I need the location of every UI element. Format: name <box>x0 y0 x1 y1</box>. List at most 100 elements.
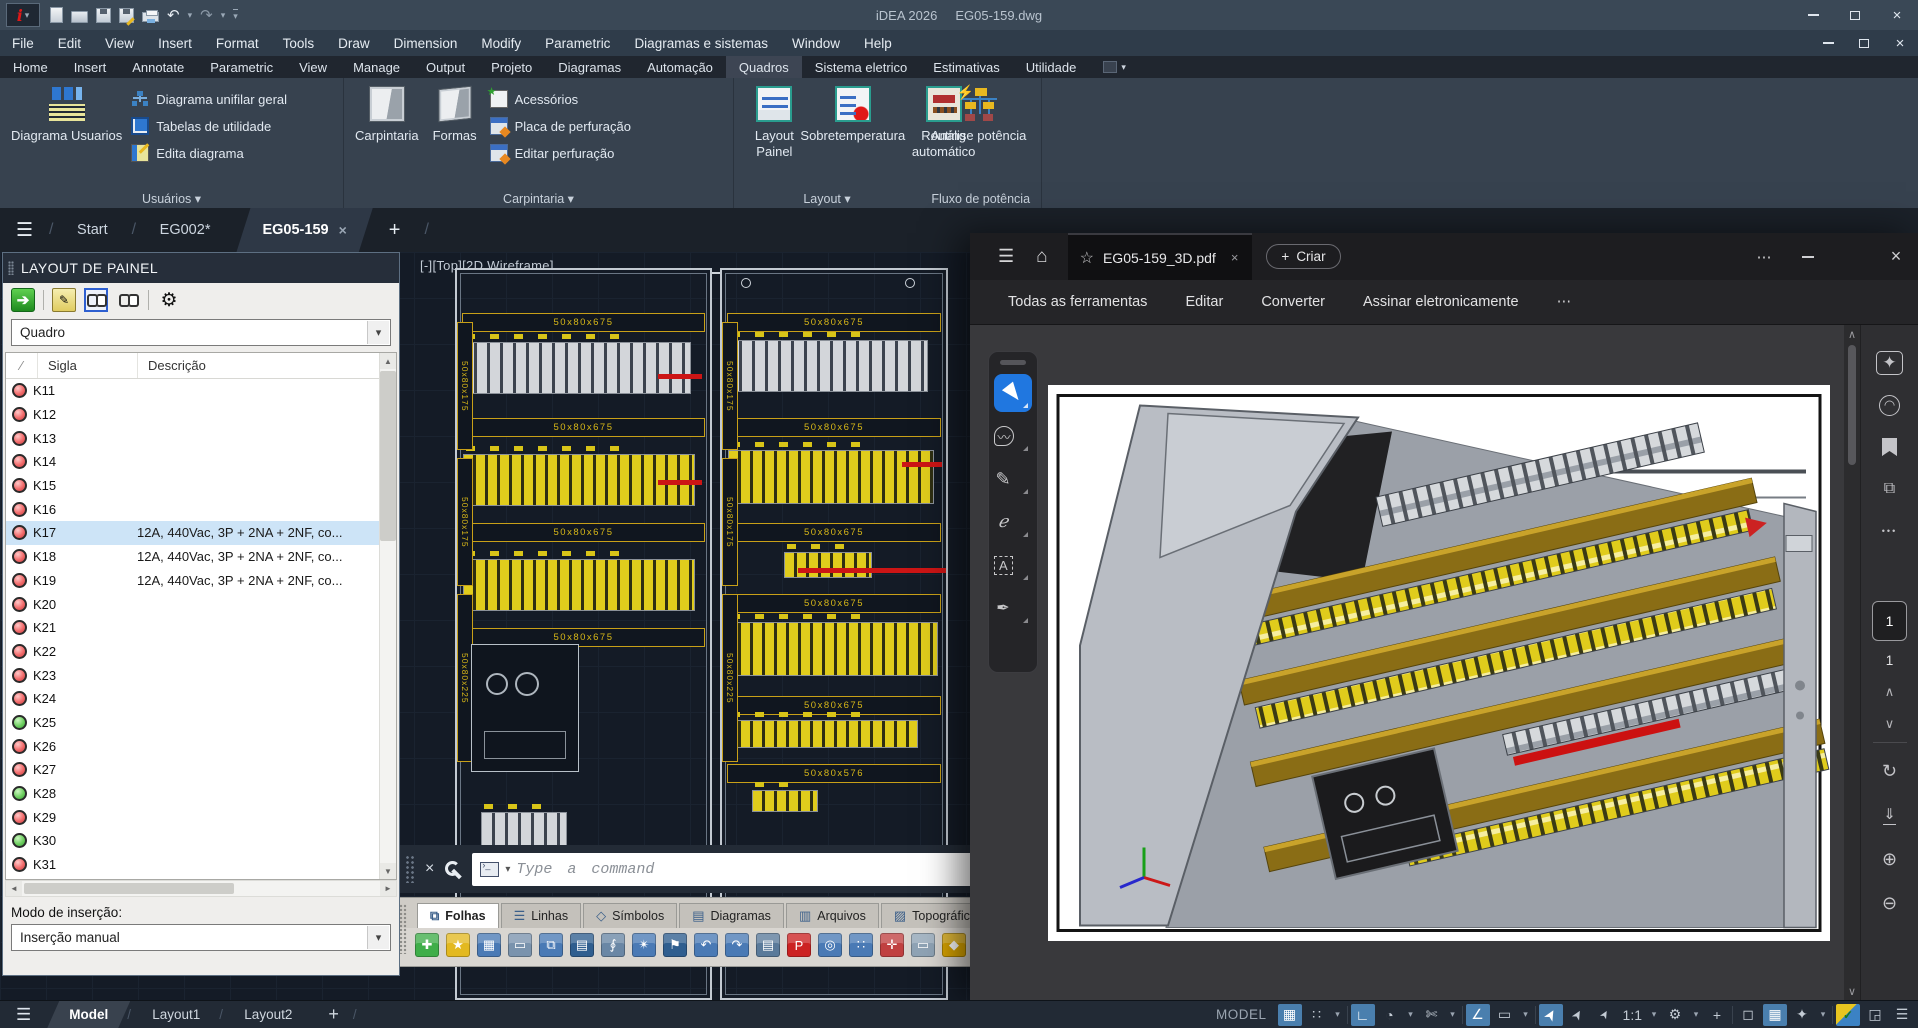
document-tab[interactable]: EG002* <box>134 208 237 252</box>
status-toggle-button[interactable]: ▾ <box>1817 1004 1829 1026</box>
sidebar-tool-icon[interactable] <box>1870 345 1910 381</box>
ribbon-big-button[interactable]: Carpintaria <box>350 82 424 186</box>
sidebar-tool-icon[interactable] <box>1870 471 1910 507</box>
status-toggle-button[interactable]: ◲ <box>1863 1004 1887 1026</box>
palette-tool-button[interactable]: ∷ <box>849 933 873 957</box>
layout-tab[interactable]: Layout1 <box>130 1001 222 1028</box>
palette-tool-button[interactable]: P <box>787 933 811 957</box>
scrollbar-thumb[interactable] <box>380 371 396 541</box>
status-toggle-button[interactable]: ▾ <box>1648 1004 1660 1026</box>
document-tab[interactable]: Start <box>51 208 134 252</box>
component-row[interactable]: K23 <box>6 663 379 687</box>
acrobat-close-button[interactable]: × <box>1874 233 1918 280</box>
ribbon-small-button[interactable]: Acessórios <box>490 90 631 108</box>
close-tab-icon[interactable] <box>339 222 347 238</box>
palette-tool-button[interactable]: ↷ <box>725 933 749 957</box>
palette-tool-button[interactable]: ▤ <box>570 933 594 957</box>
ribbon-tab[interactable]: Projeto <box>478 56 545 78</box>
column-sigla[interactable]: Sigla <box>38 353 138 378</box>
panel-tool-button[interactable] <box>116 288 140 312</box>
home-icon[interactable]: ⌂ <box>1024 246 1059 268</box>
ribbon-tab[interactable]: Estimativas <box>920 56 1012 78</box>
minimize-button[interactable] <box>1792 0 1834 30</box>
palette-tool-button[interactable]: ▤ <box>756 933 780 957</box>
menu-item[interactable]: View <box>93 30 146 56</box>
customize-qat-icon[interactable]: ▾ <box>233 9 238 22</box>
status-toggle-button[interactable]: ▦ <box>1763 1004 1787 1026</box>
doc-restore-button[interactable] <box>1846 31 1882 55</box>
menu-item[interactable]: Tools <box>271 30 327 56</box>
ribbon-tab[interactable]: Annotate <box>119 56 197 78</box>
scroll-down-icon[interactable]: ▼ <box>380 863 396 879</box>
more-options-icon[interactable]: ⋯ <box>1742 233 1786 280</box>
save-as-icon[interactable] <box>119 8 134 23</box>
palette-drag-handle[interactable] <box>399 904 407 954</box>
menu-item[interactable]: Window <box>780 30 852 56</box>
layout-tab[interactable]: Model <box>47 1001 130 1028</box>
ribbon-tab[interactable]: Utilidade <box>1013 56 1090 78</box>
ribbon-big-button[interactable]: Layout Painel <box>740 82 809 186</box>
acrobat-toolbar-item[interactable]: Converter <box>1261 294 1325 310</box>
status-toggle-button[interactable]: ✦ <box>1790 1004 1814 1026</box>
ribbon-tab[interactable]: Output <box>413 56 478 78</box>
acrobat-toolbar-item[interactable]: Todas as ferramentas <box>1008 294 1147 310</box>
status-toggle-button[interactable]: ➤ <box>1593 1004 1617 1026</box>
ribbon-tab[interactable]: Parametric <box>197 56 286 78</box>
palette-tool-button[interactable]: ⚑ <box>663 933 687 957</box>
panel-tool-button[interactable]: ⚙ <box>157 288 181 312</box>
acrobat-maximize-button[interactable] <box>1830 233 1874 280</box>
status-toggle-button[interactable]: ➤ <box>1566 1004 1590 1026</box>
component-row[interactable]: K12 <box>6 403 379 427</box>
status-toggle-button[interactable]: ∷ <box>1305 1004 1329 1026</box>
menu-item[interactable]: Modify <box>469 30 533 56</box>
vertical-scrollbar[interactable]: ▲ ▼ <box>379 353 396 879</box>
status-toggle-button[interactable] <box>1832 1006 1833 1024</box>
palette-tool-button[interactable]: ∮ <box>601 933 625 957</box>
menu-item[interactable]: File <box>0 30 46 56</box>
component-row[interactable]: K14 <box>6 450 379 474</box>
save-icon[interactable] <box>96 8 111 23</box>
column-descricao[interactable]: Descrição <box>138 358 379 373</box>
ribbon-group-label[interactable]: Layout ▾ <box>734 191 920 206</box>
current-page-thumbnail[interactable]: 1 <box>1872 601 1907 641</box>
scroll-up-icon[interactable]: ∧ <box>1848 325 1856 343</box>
doc-menu-icon[interactable]: ☰ <box>0 219 51 242</box>
component-row[interactable]: K29 <box>6 805 379 829</box>
component-row[interactable]: K25 <box>6 711 379 735</box>
ribbon-big-button[interactable]: Análise potência <box>926 82 1031 186</box>
status-toggle-button[interactable] <box>1347 1006 1348 1024</box>
ribbon-big-button[interactable]: Diagrama Usuarios <box>6 82 127 186</box>
status-toggle-button[interactable]: ∠ <box>1466 1004 1490 1026</box>
close-command-bar-icon[interactable]: × <box>425 860 434 878</box>
acrobat-tool-button[interactable] <box>994 417 1032 455</box>
ribbon-tab[interactable]: Home <box>0 56 61 78</box>
ribbon-small-button[interactable]: Editar perfuração <box>490 144 631 162</box>
acrobat-toolbar-item[interactable]: Editar <box>1185 294 1223 310</box>
component-row[interactable]: K17 12A, 440Vac, 3P + 2NA + 2NF, co... <box>6 521 379 545</box>
menu-item[interactable]: Dimension <box>382 30 470 56</box>
panel-tool-button[interactable] <box>84 288 108 312</box>
status-toggle-button[interactable]: ✓ <box>1836 1004 1860 1026</box>
new-file-icon[interactable] <box>50 7 63 23</box>
status-toggle-button[interactable]: 1:1 <box>1620 1004 1645 1026</box>
horizontal-scrollbar[interactable]: ◄ ► <box>5 880 397 897</box>
status-toggle-button[interactable]: ▭ <box>1493 1004 1517 1026</box>
component-row[interactable]: K16 <box>6 497 379 521</box>
status-toggle-button[interactable]: ☰ <box>1890 1004 1914 1026</box>
scroll-up-icon[interactable]: ▲ <box>380 353 396 369</box>
panel-tool-button[interactable] <box>43 290 44 310</box>
ribbon-tab[interactable]: Quadros <box>726 56 802 78</box>
doc-close-button[interactable]: × <box>1882 31 1918 55</box>
component-row[interactable]: K26 <box>6 734 379 758</box>
scroll-right-icon[interactable]: ► <box>380 881 396 896</box>
document-tab[interactable]: EG05-159 <box>236 208 372 252</box>
sidebar-tool-icon[interactable] <box>1870 387 1910 423</box>
ribbon-group-label[interactable]: Carpintaria ▾ <box>344 191 733 206</box>
ribbon-tab[interactable]: View <box>286 56 340 78</box>
sidebar-view-icon[interactable] <box>1870 797 1910 833</box>
palette-tool-button[interactable]: ✚ <box>415 933 439 957</box>
menu-item[interactable]: Draw <box>326 30 382 56</box>
sidebar-view-icon[interactable] <box>1870 885 1910 921</box>
ribbon-tab[interactable]: Sistema eletrico <box>802 56 920 78</box>
status-toggle-button[interactable] <box>1535 1006 1536 1024</box>
